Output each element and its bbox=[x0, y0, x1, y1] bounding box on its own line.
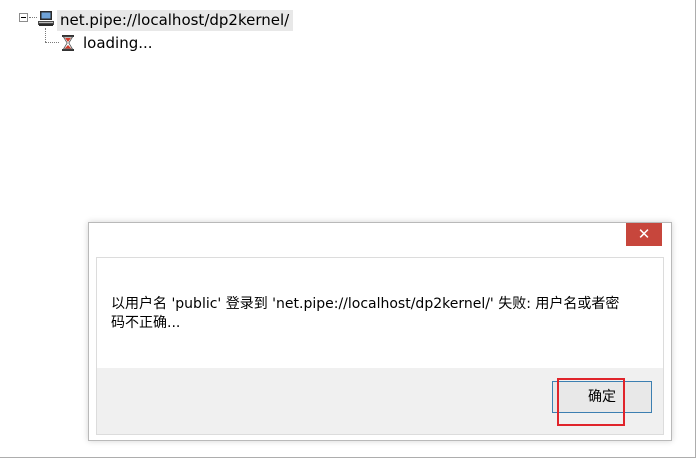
computer-icon bbox=[38, 11, 54, 26]
tree-child-item[interactable]: loading... bbox=[83, 33, 153, 53]
collapse-toggle-icon[interactable] bbox=[19, 13, 28, 22]
tree-connector bbox=[45, 42, 59, 43]
ok-button[interactable]: 确定 bbox=[552, 381, 652, 413]
hourglass-icon bbox=[62, 35, 74, 51]
error-dialog: ✕ 以用户名 'public' 登录到 'net.pipe://localhos… bbox=[88, 222, 672, 441]
tree-root-item[interactable]: net.pipe://localhost/dp2kernel/ bbox=[57, 10, 294, 31]
dialog-button-bar: 确定 bbox=[97, 368, 663, 434]
tree-view: net.pipe://localhost/dp2kernel/ loading.… bbox=[0, 0, 697, 80]
dialog-body: 以用户名 'public' 登录到 'net.pipe://localhost/… bbox=[96, 257, 664, 435]
error-message: 以用户名 'public' 登录到 'net.pipe://localhost/… bbox=[111, 296, 620, 331]
tree-connector bbox=[45, 28, 46, 42]
close-icon: ✕ bbox=[637, 225, 651, 243]
close-button[interactable]: ✕ bbox=[626, 223, 662, 246]
tree-connector bbox=[29, 17, 37, 18]
